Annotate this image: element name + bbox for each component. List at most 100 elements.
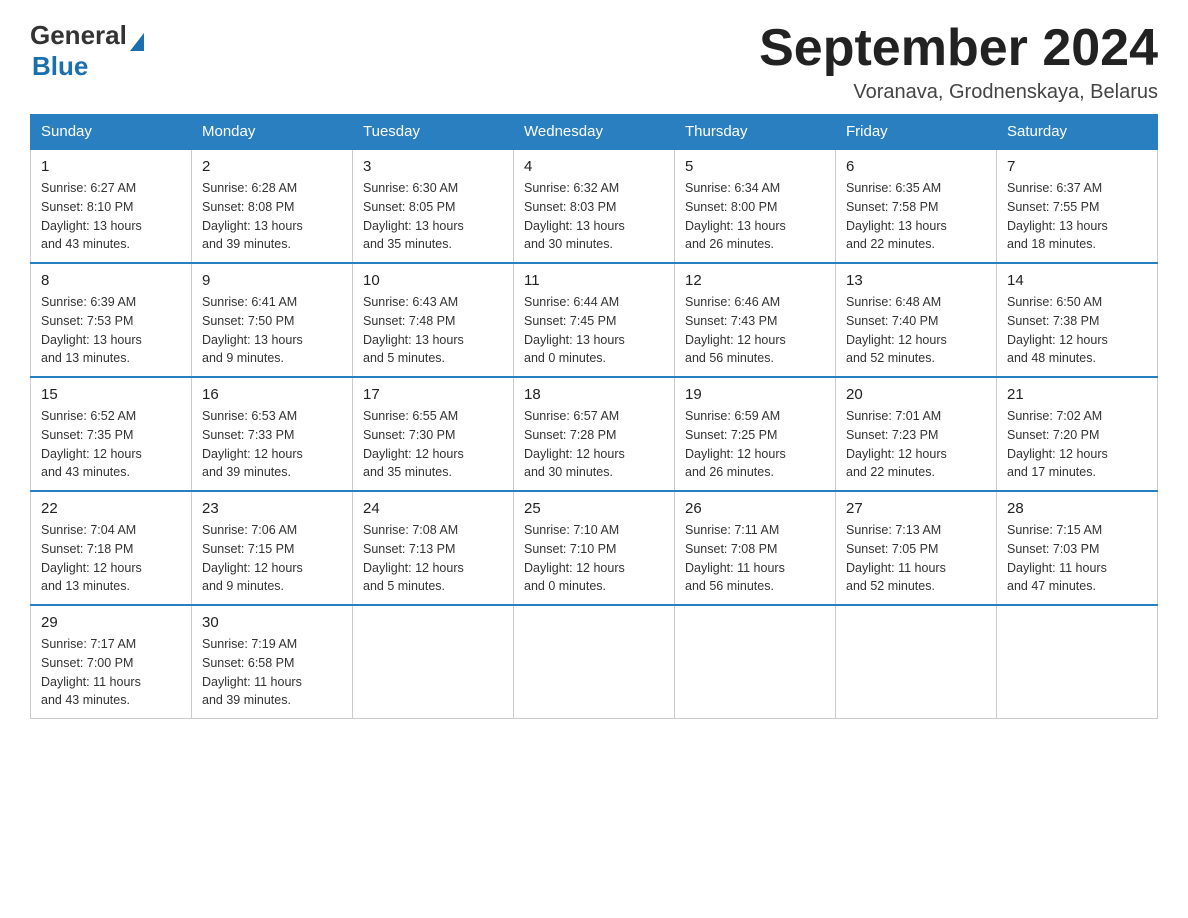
- calendar-cell-0-6: 7 Sunrise: 6:37 AMSunset: 7:55 PMDaylight…: [997, 149, 1158, 263]
- day-number: 18: [524, 386, 664, 403]
- calendar-cell-4-3: [514, 605, 675, 719]
- day-number: 23: [202, 500, 342, 517]
- calendar-cell-1-4: 12Sunrise: 6:46 AMSunset: 7:43 PMDayligh…: [675, 263, 836, 377]
- day-info: Sunrise: 6:53 AMSunset: 7:33 PMDaylight:…: [202, 407, 342, 482]
- calendar-cell-3-0: 22 Sunrise: 7:04 AMSunset: 7:18 PMDayligh…: [31, 491, 192, 605]
- day-info: Sunrise: 7:13 AMSunset: 7:05 PMDaylight:…: [846, 521, 986, 596]
- calendar-cell-3-4: 26 Sunrise: 7:11 AMSunset: 7:08 PMDayligh…: [675, 491, 836, 605]
- day-number: 30: [202, 614, 342, 631]
- calendar-cell-0-3: 4 Sunrise: 6:32 AMSunset: 8:03 PMDaylight…: [514, 149, 675, 263]
- calendar-header-row: Sunday Monday Tuesday Wednesday Thursday…: [31, 115, 1158, 150]
- day-info: Sunrise: 7:11 AMSunset: 7:08 PMDaylight:…: [685, 521, 825, 596]
- calendar-cell-4-1: 30 Sunrise: 7:19 AMSunset: 6:58 PMDayligh…: [192, 605, 353, 719]
- calendar-cell-0-5: 6 Sunrise: 6:35 AMSunset: 7:58 PMDaylight…: [836, 149, 997, 263]
- day-number: 19: [685, 386, 825, 403]
- calendar-cell-4-5: [836, 605, 997, 719]
- day-info: Sunrise: 7:15 AMSunset: 7:03 PMDaylight:…: [1007, 521, 1147, 596]
- day-number: 13: [846, 272, 986, 289]
- day-info: Sunrise: 6:37 AMSunset: 7:55 PMDaylight:…: [1007, 179, 1147, 254]
- calendar-cell-0-4: 5 Sunrise: 6:34 AMSunset: 8:00 PMDaylight…: [675, 149, 836, 263]
- calendar-cell-1-5: 13 Sunrise: 6:48 AMSunset: 7:40 PMDayligh…: [836, 263, 997, 377]
- calendar-cell-0-0: 1 Sunrise: 6:27 AMSunset: 8:10 PMDaylight…: [31, 149, 192, 263]
- day-number: 11: [524, 272, 664, 289]
- week-row-2: 8 Sunrise: 6:39 AMSunset: 7:53 PMDaylight…: [31, 263, 1158, 377]
- day-info: Sunrise: 6:35 AMSunset: 7:58 PMDaylight:…: [846, 179, 986, 254]
- week-row-3: 15Sunrise: 6:52 AMSunset: 7:35 PMDayligh…: [31, 377, 1158, 491]
- day-info: Sunrise: 6:48 AMSunset: 7:40 PMDaylight:…: [846, 293, 986, 368]
- week-row-4: 22 Sunrise: 7:04 AMSunset: 7:18 PMDayligh…: [31, 491, 1158, 605]
- calendar-cell-3-3: 25Sunrise: 7:10 AMSunset: 7:10 PMDayligh…: [514, 491, 675, 605]
- day-number: 8: [41, 272, 181, 289]
- day-number: 5: [685, 158, 825, 175]
- day-info: Sunrise: 6:57 AMSunset: 7:28 PMDaylight:…: [524, 407, 664, 482]
- day-number: 10: [363, 272, 503, 289]
- col-sunday: Sunday: [31, 115, 192, 150]
- calendar-cell-0-2: 3Sunrise: 6:30 AMSunset: 8:05 PMDaylight…: [353, 149, 514, 263]
- calendar-cell-1-3: 11 Sunrise: 6:44 AMSunset: 7:45 PMDayligh…: [514, 263, 675, 377]
- day-info: Sunrise: 6:59 AMSunset: 7:25 PMDaylight:…: [685, 407, 825, 482]
- logo-general: General: [30, 20, 127, 51]
- logo-blue: Blue: [32, 51, 144, 82]
- day-info: Sunrise: 7:19 AMSunset: 6:58 PMDaylight:…: [202, 635, 342, 710]
- calendar-cell-1-0: 8 Sunrise: 6:39 AMSunset: 7:53 PMDaylight…: [31, 263, 192, 377]
- calendar-cell-4-0: 29 Sunrise: 7:17 AMSunset: 7:00 PMDayligh…: [31, 605, 192, 719]
- col-tuesday: Tuesday: [353, 115, 514, 150]
- logo: General Blue: [30, 20, 144, 82]
- day-number: 21: [1007, 386, 1147, 403]
- calendar-cell-4-4: [675, 605, 836, 719]
- calendar-cell-2-4: 19 Sunrise: 6:59 AMSunset: 7:25 PMDayligh…: [675, 377, 836, 491]
- calendar-cell-2-0: 15Sunrise: 6:52 AMSunset: 7:35 PMDayligh…: [31, 377, 192, 491]
- day-number: 1: [41, 158, 181, 175]
- day-number: 4: [524, 158, 664, 175]
- day-number: 22: [41, 500, 181, 517]
- calendar-table: Sunday Monday Tuesday Wednesday Thursday…: [30, 114, 1158, 719]
- day-info: Sunrise: 7:08 AMSunset: 7:13 PMDaylight:…: [363, 521, 503, 596]
- calendar-cell-3-1: 23Sunrise: 7:06 AMSunset: 7:15 PMDayligh…: [192, 491, 353, 605]
- day-info: Sunrise: 7:01 AMSunset: 7:23 PMDaylight:…: [846, 407, 986, 482]
- day-info: Sunrise: 6:28 AMSunset: 8:08 PMDaylight:…: [202, 179, 342, 254]
- calendar-cell-2-5: 20Sunrise: 7:01 AMSunset: 7:23 PMDayligh…: [836, 377, 997, 491]
- calendar-cell-1-2: 10 Sunrise: 6:43 AMSunset: 7:48 PMDayligh…: [353, 263, 514, 377]
- calendar-cell-4-6: [997, 605, 1158, 719]
- day-info: Sunrise: 6:27 AMSunset: 8:10 PMDaylight:…: [41, 179, 181, 254]
- day-info: Sunrise: 7:04 AMSunset: 7:18 PMDaylight:…: [41, 521, 181, 596]
- calendar-cell-3-2: 24 Sunrise: 7:08 AMSunset: 7:13 PMDayligh…: [353, 491, 514, 605]
- day-number: 6: [846, 158, 986, 175]
- day-info: Sunrise: 6:44 AMSunset: 7:45 PMDaylight:…: [524, 293, 664, 368]
- day-info: Sunrise: 6:43 AMSunset: 7:48 PMDaylight:…: [363, 293, 503, 368]
- page-header: General Blue September 2024 Voranava, Gr…: [30, 20, 1158, 104]
- week-row-1: 1 Sunrise: 6:27 AMSunset: 8:10 PMDaylight…: [31, 149, 1158, 263]
- day-number: 26: [685, 500, 825, 517]
- day-info: Sunrise: 6:32 AMSunset: 8:03 PMDaylight:…: [524, 179, 664, 254]
- day-number: 3: [363, 158, 503, 175]
- day-number: 16: [202, 386, 342, 403]
- day-info: Sunrise: 7:17 AMSunset: 7:00 PMDaylight:…: [41, 635, 181, 710]
- day-number: 27: [846, 500, 986, 517]
- logo-triangle-icon: [130, 33, 144, 51]
- day-info: Sunrise: 6:34 AMSunset: 8:00 PMDaylight:…: [685, 179, 825, 254]
- day-number: 14: [1007, 272, 1147, 289]
- calendar-cell-2-3: 18 Sunrise: 6:57 AMSunset: 7:28 PMDayligh…: [514, 377, 675, 491]
- calendar-cell-3-5: 27 Sunrise: 7:13 AMSunset: 7:05 PMDayligh…: [836, 491, 997, 605]
- day-number: 17: [363, 386, 503, 403]
- day-number: 12: [685, 272, 825, 289]
- calendar-cell-2-2: 17Sunrise: 6:55 AMSunset: 7:30 PMDayligh…: [353, 377, 514, 491]
- day-number: 29: [41, 614, 181, 631]
- calendar-cell-3-6: 28Sunrise: 7:15 AMSunset: 7:03 PMDayligh…: [997, 491, 1158, 605]
- day-number: 25: [524, 500, 664, 517]
- month-title: September 2024: [759, 20, 1158, 77]
- col-wednesday: Wednesday: [514, 115, 675, 150]
- calendar-cell-0-1: 2Sunrise: 6:28 AMSunset: 8:08 PMDaylight…: [192, 149, 353, 263]
- calendar-cell-1-1: 9Sunrise: 6:41 AMSunset: 7:50 PMDaylight…: [192, 263, 353, 377]
- day-number: 24: [363, 500, 503, 517]
- col-monday: Monday: [192, 115, 353, 150]
- week-row-5: 29 Sunrise: 7:17 AMSunset: 7:00 PMDayligh…: [31, 605, 1158, 719]
- day-number: 7: [1007, 158, 1147, 175]
- day-info: Sunrise: 6:39 AMSunset: 7:53 PMDaylight:…: [41, 293, 181, 368]
- calendar-cell-2-1: 16 Sunrise: 6:53 AMSunset: 7:33 PMDayligh…: [192, 377, 353, 491]
- day-info: Sunrise: 6:41 AMSunset: 7:50 PMDaylight:…: [202, 293, 342, 368]
- col-thursday: Thursday: [675, 115, 836, 150]
- day-info: Sunrise: 7:02 AMSunset: 7:20 PMDaylight:…: [1007, 407, 1147, 482]
- calendar-cell-4-2: [353, 605, 514, 719]
- calendar-cell-1-6: 14Sunrise: 6:50 AMSunset: 7:38 PMDayligh…: [997, 263, 1158, 377]
